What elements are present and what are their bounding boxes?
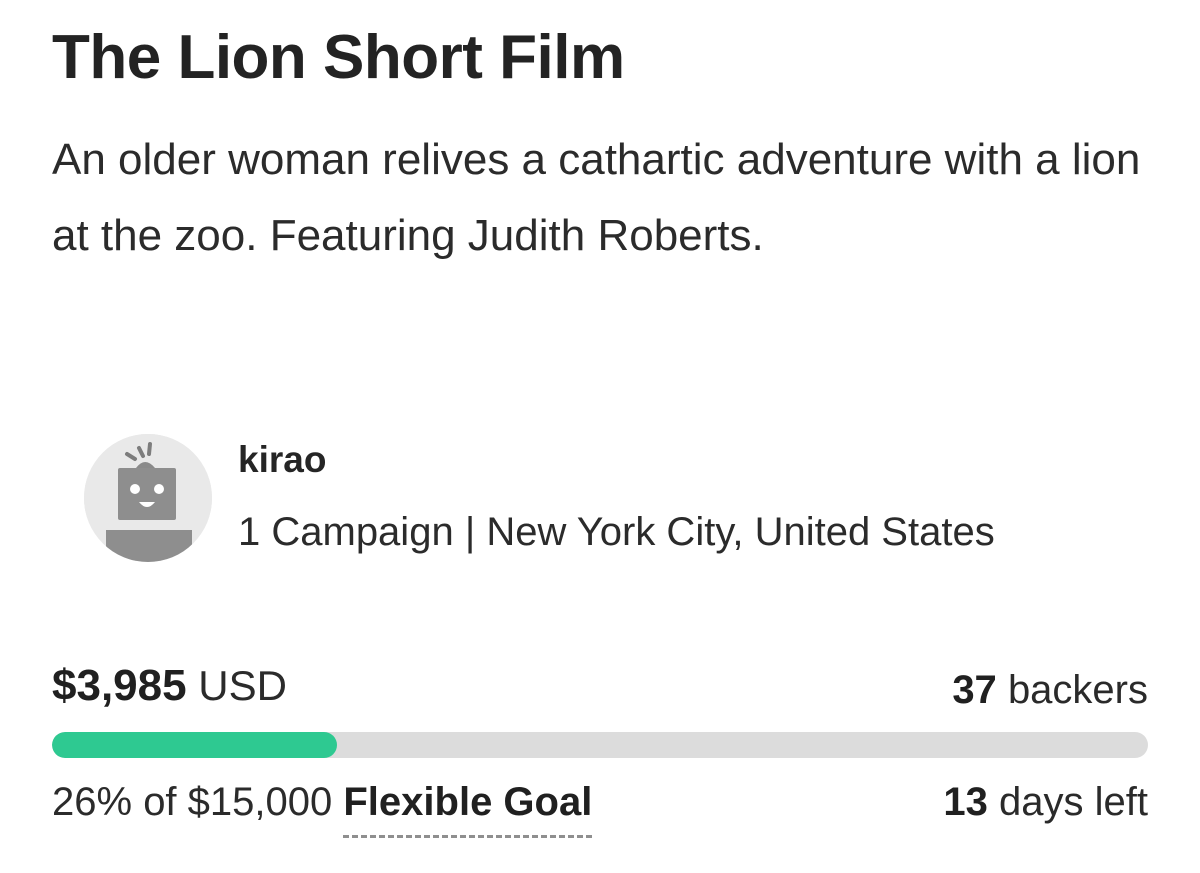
robot-avatar-graphic <box>84 434 212 562</box>
campaign-owner: kirao 1 Campaign | New York City, United… <box>82 432 1162 572</box>
owner-meta-separator: | <box>464 510 476 554</box>
owner-location: New York City, United States <box>486 510 995 554</box>
days-left: 13 days left <box>943 778 1148 826</box>
backers: 37 backers <box>952 666 1148 714</box>
owner-name-link[interactable]: kirao <box>238 438 326 482</box>
owner-meta: 1 Campaign | New York City, United State… <box>238 508 995 556</box>
owner-campaign-count: 1 Campaign <box>238 510 454 554</box>
days-label: days left <box>999 780 1148 824</box>
backers-count: 37 <box>952 668 997 712</box>
campaign-title: The Lion Short Film <box>52 23 625 92</box>
amount-currency: USD <box>198 662 287 709</box>
backers-label: backers <box>1007 668 1148 712</box>
robot-avatar-icon[interactable] <box>84 434 212 562</box>
days-count: 13 <box>943 780 988 824</box>
campaign-blurb: An older woman relives a cathartic adven… <box>52 135 1141 260</box>
goal-summary: 26% of $15,000 Flexible Goal <box>52 778 592 826</box>
amount-value: $3,985 <box>52 661 187 710</box>
goal-amount: of $15,000 <box>143 780 333 824</box>
funding-progress-bar <box>52 732 1148 758</box>
funding-progress-fill <box>52 732 337 758</box>
goal-percent: 26% <box>52 780 133 824</box>
funding-summary: $3,985 USD 37 backers 26% of $15,000 Fle… <box>52 660 1148 860</box>
flexible-goal-tooltip-trigger[interactable]: Flexible Goal <box>343 780 592 824</box>
amount-raised: $3,985 USD <box>52 660 287 713</box>
